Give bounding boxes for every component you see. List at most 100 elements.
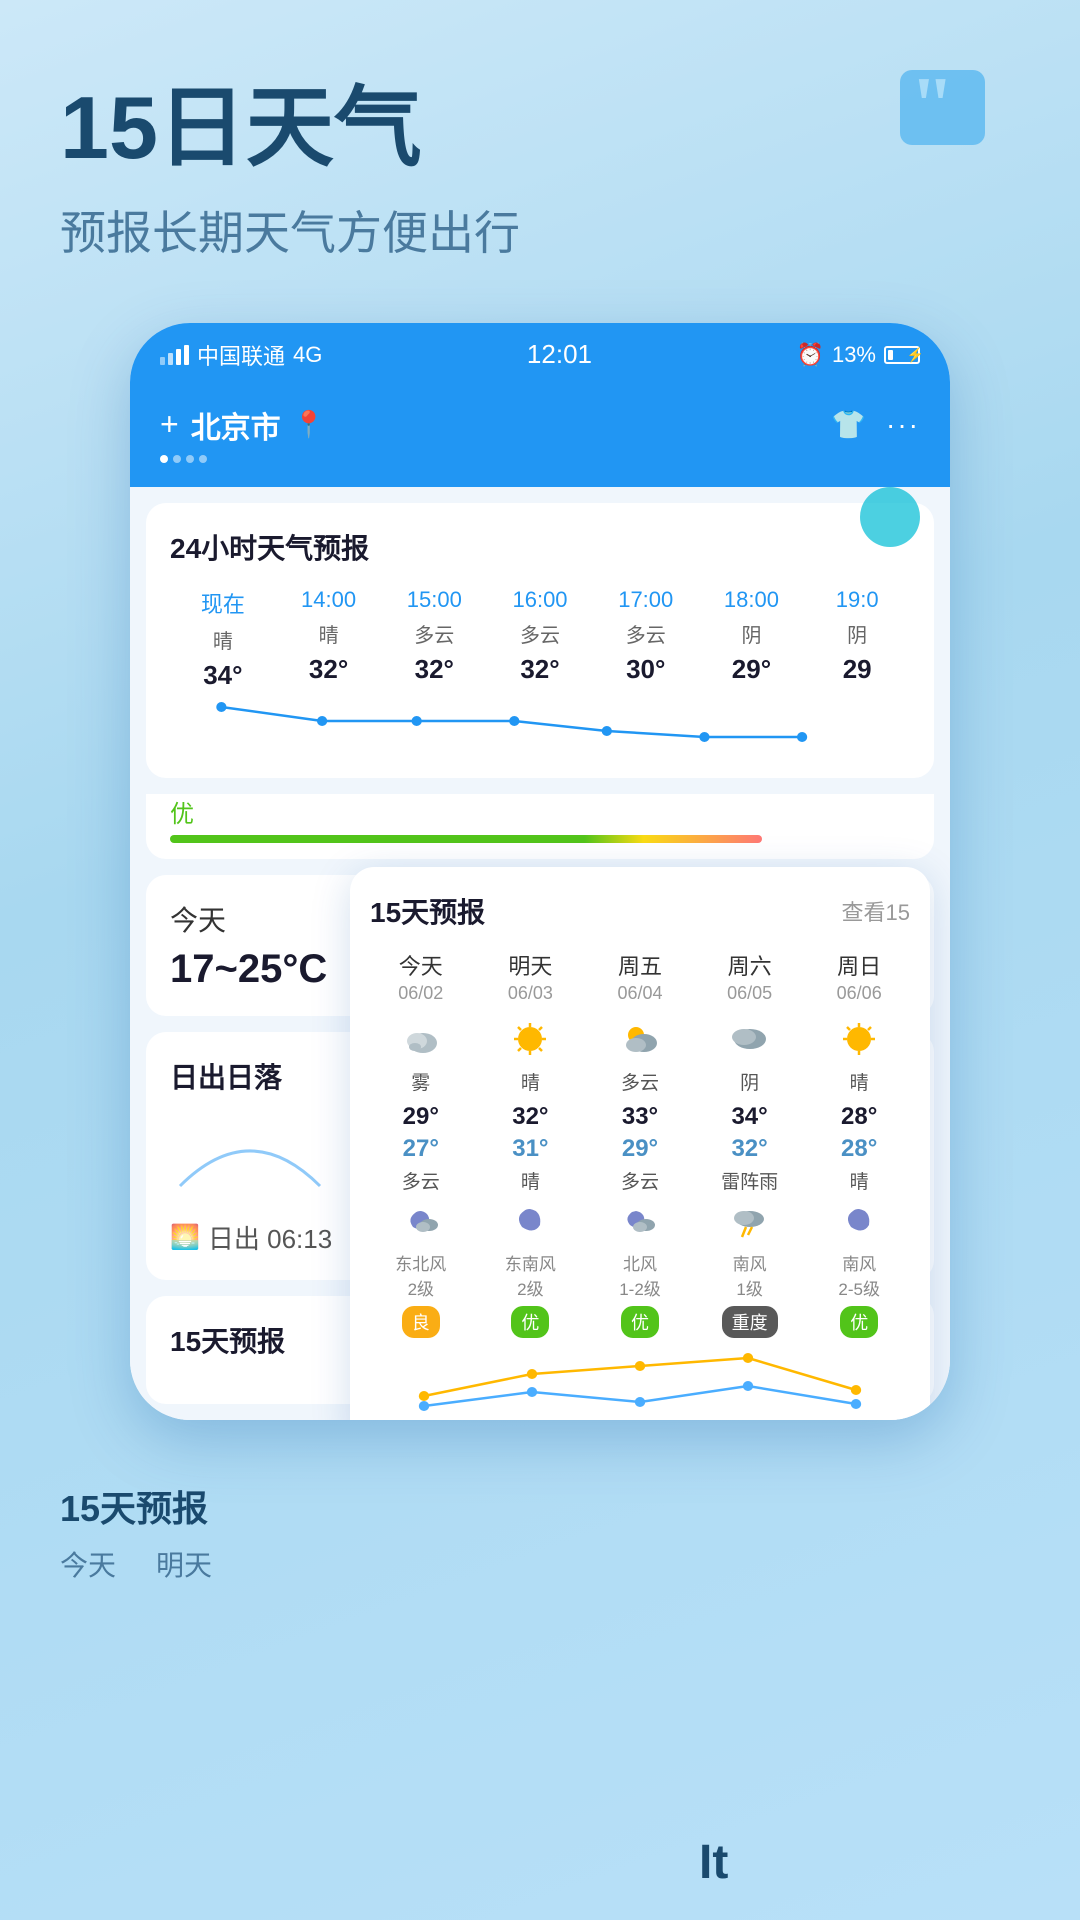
hour-time-3: 16:00 bbox=[487, 587, 593, 613]
bottom-tomorrow: 明天 bbox=[156, 1544, 212, 1584]
day-low-2: 29° bbox=[589, 1135, 691, 1163]
hour-temp-6: 29 bbox=[804, 654, 910, 685]
header-top: + 北京市 📍 👕 ··· bbox=[160, 403, 920, 447]
hour-item-4: 17:00 多云 30° bbox=[593, 587, 699, 691]
hour-item-3: 16:00 多云 32° bbox=[487, 587, 593, 691]
hourly-scroll[interactable]: 现在 晴 34° 14:00 晴 32° 15:00 多云 32° 16:00 … bbox=[170, 587, 910, 691]
dot-2 bbox=[173, 455, 181, 463]
day-icon-3 bbox=[699, 1014, 801, 1064]
status-left: 中国联通 4G bbox=[160, 339, 322, 371]
day-date-4: 06/06 bbox=[808, 983, 910, 1004]
aqi-badge-4: 优 bbox=[840, 1306, 878, 1338]
day-icon-2 bbox=[589, 1014, 691, 1064]
hour-time-2: 15:00 bbox=[381, 587, 487, 613]
forecast-24h-card: 24小时天气预报 现在 晴 34° 14:00 晴 32° 15:00 多云 3… bbox=[146, 503, 934, 778]
days-grid: 今天 06/02 雾 29° 27° 多云 bbox=[370, 949, 910, 1338]
day-weather-4: 晴 bbox=[808, 1068, 910, 1095]
hour-item-0: 现在 晴 34° bbox=[170, 587, 276, 691]
day-high-2: 33° bbox=[589, 1103, 691, 1131]
night-weather-4: 晴 bbox=[808, 1167, 910, 1194]
header-right: 👕 ··· bbox=[831, 408, 920, 441]
hour-weather-1: 晴 bbox=[276, 619, 382, 648]
day-low-0: 27° bbox=[370, 1135, 472, 1163]
svg-text:": " bbox=[910, 62, 954, 150]
hour-temp-0: 34° bbox=[170, 660, 276, 691]
hour-weather-4: 多云 bbox=[593, 619, 699, 648]
day-low-4: 28° bbox=[808, 1135, 910, 1163]
night-icon-2 bbox=[589, 1200, 691, 1244]
night-icon-3 bbox=[699, 1200, 801, 1244]
day-weather-2: 多云 bbox=[589, 1068, 691, 1095]
hour-weather-5: 阴 bbox=[699, 619, 805, 648]
bottom-day15: 15天预报 bbox=[60, 1480, 1020, 1532]
battery-pct: 13% bbox=[832, 342, 876, 368]
day-name-3: 周六 bbox=[699, 949, 801, 981]
day-date-2: 06/04 bbox=[589, 983, 691, 1004]
popup-trend-lines bbox=[370, 1346, 910, 1416]
hour-temp-1: 32° bbox=[276, 654, 382, 685]
hour-item-5: 18:00 阴 29° bbox=[699, 587, 805, 691]
popup-title: 15天预报 bbox=[370, 891, 485, 931]
hour-temp-5: 29° bbox=[699, 654, 805, 685]
dot-3 bbox=[186, 455, 194, 463]
wind-0: 东北风2级 bbox=[370, 1250, 472, 1300]
aqi-label: 优 bbox=[170, 794, 910, 829]
day-name-4: 周日 bbox=[808, 949, 910, 981]
day-high-0: 29° bbox=[370, 1103, 472, 1131]
bottom-today-row: 今天 明天 bbox=[60, 1544, 1020, 1584]
aqi-badge-0: 良 bbox=[402, 1306, 440, 1338]
day-col-0: 今天 06/02 雾 29° 27° 多云 bbox=[370, 949, 472, 1338]
promo-subtitle: 预报长期天气方便出行 bbox=[60, 197, 1020, 263]
location-icon: 📍 bbox=[293, 409, 325, 440]
temp-trend-line bbox=[170, 699, 910, 749]
night-icon-0 bbox=[370, 1200, 472, 1244]
day-col-1: 明天 06/03 bbox=[480, 949, 582, 1338]
day-date-3: 06/05 bbox=[699, 983, 801, 1004]
day-weather-3: 阴 bbox=[699, 1068, 801, 1095]
day-icon-4 bbox=[808, 1014, 910, 1064]
night-icon-4 bbox=[808, 1200, 910, 1244]
hour-weather-0: 晴 bbox=[170, 625, 276, 654]
day-weather-0: 雾 bbox=[370, 1068, 472, 1095]
dot-4 bbox=[199, 455, 207, 463]
day-low-3: 32° bbox=[699, 1135, 801, 1163]
phone-mockup: 中国联通 4G 12:01 ⏰ 13% ⚡ + 北京市 📍 👕 ··· bbox=[130, 323, 950, 1420]
promo-title: 15日天气 bbox=[60, 80, 1020, 177]
wardrobe-icon[interactable]: 👕 bbox=[831, 408, 866, 441]
hour-item-6: 19:0 阴 29 bbox=[804, 587, 910, 691]
more-button[interactable]: ··· bbox=[886, 409, 920, 441]
day-low-1: 31° bbox=[480, 1135, 582, 1163]
day-date-1: 06/03 bbox=[480, 983, 582, 1004]
battery-icon: ⚡ bbox=[884, 346, 920, 364]
forecast-24h-title: 24小时天气预报 bbox=[170, 527, 910, 567]
add-city-button[interactable]: + bbox=[160, 406, 179, 443]
hour-time-5: 18:00 bbox=[699, 587, 805, 613]
popup-15day-card[interactable]: 15天预报 查看15 今天 06/02 雾 bbox=[350, 867, 930, 1420]
day-weather-1: 晴 bbox=[480, 1068, 582, 1095]
promo-section: 15日天气 预报长期天气方便出行 " bbox=[0, 0, 1080, 303]
bottom-promo: 15天预报 今天 明天 bbox=[0, 1440, 1080, 1584]
aqi-section: 优 bbox=[146, 794, 934, 859]
hour-time-4: 17:00 bbox=[593, 587, 699, 613]
aqi-badge-2: 优 bbox=[621, 1306, 659, 1338]
network-text: 4G bbox=[293, 342, 322, 368]
hour-item-2: 15:00 多云 32° bbox=[381, 587, 487, 691]
hour-weather-6: 阴 bbox=[804, 619, 910, 648]
popup-link[interactable]: 查看15 bbox=[842, 895, 910, 927]
day-date-0: 06/02 bbox=[370, 983, 472, 1004]
hour-temp-4: 30° bbox=[593, 654, 699, 685]
wind-4: 南风2-5级 bbox=[808, 1250, 910, 1300]
night-weather-1: 晴 bbox=[480, 1167, 582, 1194]
hour-weather-3: 多云 bbox=[487, 619, 593, 648]
day-high-4: 28° bbox=[808, 1103, 910, 1131]
aqi-badge-1: 优 bbox=[511, 1306, 549, 1338]
day-name-0: 今天 bbox=[370, 949, 472, 981]
signal-icon bbox=[160, 345, 189, 365]
popup-header: 15天预报 查看15 bbox=[370, 891, 910, 931]
header-left: + 北京市 📍 bbox=[160, 403, 325, 447]
phone-content: 24小时天气预报 现在 晴 34° 14:00 晴 32° 15:00 多云 3… bbox=[130, 487, 950, 1420]
night-weather-0: 多云 bbox=[370, 1167, 472, 1194]
day-icon-1 bbox=[480, 1014, 582, 1064]
aqi-bar bbox=[170, 835, 762, 843]
dot-1 bbox=[160, 455, 168, 463]
